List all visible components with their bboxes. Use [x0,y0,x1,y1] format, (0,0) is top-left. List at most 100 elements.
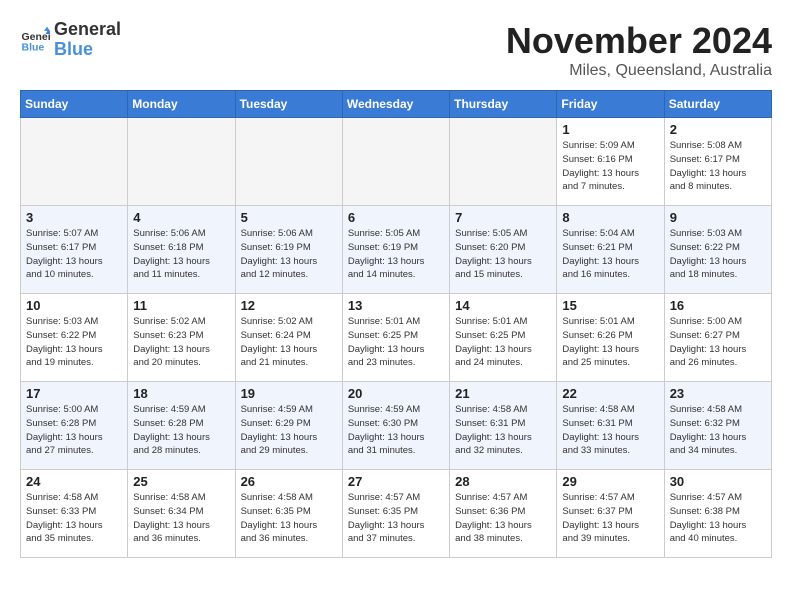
weekday-header-sunday: Sunday [21,91,128,118]
calendar-cell: 2 Sunrise: 5:08 AM Sunset: 6:17 PM Daylig… [664,118,771,206]
day-number: 25 [133,474,229,489]
day-info: Sunrise: 5:01 AM Sunset: 6:25 PM Dayligh… [348,315,444,370]
day-number: 3 [26,210,122,225]
day-info: Sunrise: 5:06 AM Sunset: 6:19 PM Dayligh… [241,227,337,282]
day-number: 18 [133,386,229,401]
logo-icon: General Blue [20,25,50,55]
calendar-cell: 25 Sunrise: 4:58 AM Sunset: 6:34 PM Dayli… [128,470,235,558]
day-number: 15 [562,298,658,313]
logo: General Blue General Blue [20,20,121,60]
calendar-table: SundayMondayTuesdayWednesdayThursdayFrid… [20,90,772,558]
day-info: Sunrise: 4:58 AM Sunset: 6:34 PM Dayligh… [133,491,229,546]
day-info: Sunrise: 5:03 AM Sunset: 6:22 PM Dayligh… [670,227,766,282]
weekday-header-friday: Friday [557,91,664,118]
week-row-2: 3 Sunrise: 5:07 AM Sunset: 6:17 PM Daylig… [21,206,772,294]
day-number: 5 [241,210,337,225]
weekday-header-row: SundayMondayTuesdayWednesdayThursdayFrid… [21,91,772,118]
weekday-header-thursday: Thursday [450,91,557,118]
calendar-cell: 6Sunrise: 5:05 AM Sunset: 6:19 PM Daylig… [342,206,449,294]
day-info: Sunrise: 5:00 AM Sunset: 6:27 PM Dayligh… [670,315,766,370]
calendar-cell: 15 Sunrise: 5:01 AM Sunset: 6:26 PM Dayli… [557,294,664,382]
weekday-header-tuesday: Tuesday [235,91,342,118]
logo-blue: Blue [54,40,121,60]
calendar-cell [128,118,235,206]
day-number: 4 [133,210,229,225]
day-info: Sunrise: 5:00 AM Sunset: 6:28 PM Dayligh… [26,403,122,458]
day-info: Sunrise: 5:03 AM Sunset: 6:22 PM Dayligh… [26,315,122,370]
day-number: 20 [348,386,444,401]
weekday-header-monday: Monday [128,91,235,118]
calendar-cell: 16Sunrise: 5:00 AM Sunset: 6:27 PM Dayli… [664,294,771,382]
calendar-cell: 3 Sunrise: 5:07 AM Sunset: 6:17 PM Daylig… [21,206,128,294]
day-number: 1 [562,122,658,137]
logo-general: General [54,20,121,40]
day-info: Sunrise: 5:07 AM Sunset: 6:17 PM Dayligh… [26,227,122,282]
calendar-cell: 11 Sunrise: 5:02 AM Sunset: 6:23 PM Dayli… [128,294,235,382]
day-info: Sunrise: 4:59 AM Sunset: 6:28 PM Dayligh… [133,403,229,458]
calendar-cell: 13 Sunrise: 5:01 AM Sunset: 6:25 PM Dayli… [342,294,449,382]
day-number: 27 [348,474,444,489]
calendar-cell: 18 Sunrise: 4:59 AM Sunset: 6:28 PM Dayli… [128,382,235,470]
calendar-cell: 28 Sunrise: 4:57 AM Sunset: 6:36 PM Dayli… [450,470,557,558]
location-title: Miles, Queensland, Australia [506,62,772,80]
day-info: Sunrise: 4:58 AM Sunset: 6:33 PM Dayligh… [26,491,122,546]
calendar-cell: 5 Sunrise: 5:06 AM Sunset: 6:19 PM Daylig… [235,206,342,294]
calendar-cell: 7 Sunrise: 5:05 AM Sunset: 6:20 PM Daylig… [450,206,557,294]
calendar-cell: 9 Sunrise: 5:03 AM Sunset: 6:22 PM Daylig… [664,206,771,294]
day-info: Sunrise: 5:08 AM Sunset: 6:17 PM Dayligh… [670,139,766,194]
calendar-cell: 24 Sunrise: 4:58 AM Sunset: 6:33 PM Dayli… [21,470,128,558]
day-number: 28 [455,474,551,489]
day-info: Sunrise: 5:09 AM Sunset: 6:16 PM Dayligh… [562,139,658,194]
calendar-cell: 19 Sunrise: 4:59 AM Sunset: 6:29 PM Dayli… [235,382,342,470]
day-info: Sunrise: 4:57 AM Sunset: 6:36 PM Dayligh… [455,491,551,546]
calendar-cell: 1 Sunrise: 5:09 AM Sunset: 6:16 PM Daylig… [557,118,664,206]
calendar-cell: 21Sunrise: 4:58 AM Sunset: 6:31 PM Dayli… [450,382,557,470]
day-info: Sunrise: 5:02 AM Sunset: 6:23 PM Dayligh… [133,315,229,370]
day-info: Sunrise: 4:57 AM Sunset: 6:37 PM Dayligh… [562,491,658,546]
calendar-cell [21,118,128,206]
calendar-cell [450,118,557,206]
day-number: 13 [348,298,444,313]
day-info: Sunrise: 5:05 AM Sunset: 6:20 PM Dayligh… [455,227,551,282]
header: General Blue General Blue November 2024 … [20,20,772,80]
day-number: 2 [670,122,766,137]
day-number: 8 [562,210,658,225]
calendar-cell [235,118,342,206]
week-row-5: 24 Sunrise: 4:58 AM Sunset: 6:33 PM Dayli… [21,470,772,558]
day-number: 11 [133,298,229,313]
calendar-cell: 23 Sunrise: 4:58 AM Sunset: 6:32 PM Dayli… [664,382,771,470]
day-info: Sunrise: 5:02 AM Sunset: 6:24 PM Dayligh… [241,315,337,370]
calendar-cell: 14Sunrise: 5:01 AM Sunset: 6:25 PM Dayli… [450,294,557,382]
day-number: 9 [670,210,766,225]
calendar-cell [342,118,449,206]
day-info: Sunrise: 4:58 AM Sunset: 6:31 PM Dayligh… [562,403,658,458]
day-number: 26 [241,474,337,489]
day-info: Sunrise: 5:01 AM Sunset: 6:26 PM Dayligh… [562,315,658,370]
week-row-1: 1 Sunrise: 5:09 AM Sunset: 6:16 PM Daylig… [21,118,772,206]
day-number: 7 [455,210,551,225]
month-title: November 2024 [506,20,772,62]
day-info: Sunrise: 4:57 AM Sunset: 6:38 PM Dayligh… [670,491,766,546]
day-number: 24 [26,474,122,489]
day-info: Sunrise: 4:57 AM Sunset: 6:35 PM Dayligh… [348,491,444,546]
day-info: Sunrise: 4:59 AM Sunset: 6:30 PM Dayligh… [348,403,444,458]
calendar-cell: 8Sunrise: 5:04 AM Sunset: 6:21 PM Daylig… [557,206,664,294]
weekday-header-wednesday: Wednesday [342,91,449,118]
day-info: Sunrise: 4:58 AM Sunset: 6:32 PM Dayligh… [670,403,766,458]
day-number: 23 [670,386,766,401]
calendar-cell: 27 Sunrise: 4:57 AM Sunset: 6:35 PM Dayli… [342,470,449,558]
calendar-cell: 22 Sunrise: 4:58 AM Sunset: 6:31 PM Dayli… [557,382,664,470]
day-number: 19 [241,386,337,401]
day-info: Sunrise: 5:06 AM Sunset: 6:18 PM Dayligh… [133,227,229,282]
week-row-4: 17Sunrise: 5:00 AM Sunset: 6:28 PM Dayli… [21,382,772,470]
calendar-cell: 17Sunrise: 5:00 AM Sunset: 6:28 PM Dayli… [21,382,128,470]
calendar-cell: 10 Sunrise: 5:03 AM Sunset: 6:22 PM Dayli… [21,294,128,382]
day-number: 22 [562,386,658,401]
calendar-cell: 4 Sunrise: 5:06 AM Sunset: 6:18 PM Daylig… [128,206,235,294]
calendar-cell: 26Sunrise: 4:58 AM Sunset: 6:35 PM Dayli… [235,470,342,558]
day-number: 10 [26,298,122,313]
day-info: Sunrise: 4:59 AM Sunset: 6:29 PM Dayligh… [241,403,337,458]
calendar-cell: 29Sunrise: 4:57 AM Sunset: 6:37 PM Dayli… [557,470,664,558]
calendar-cell: 12Sunrise: 5:02 AM Sunset: 6:24 PM Dayli… [235,294,342,382]
week-row-3: 10 Sunrise: 5:03 AM Sunset: 6:22 PM Dayli… [21,294,772,382]
